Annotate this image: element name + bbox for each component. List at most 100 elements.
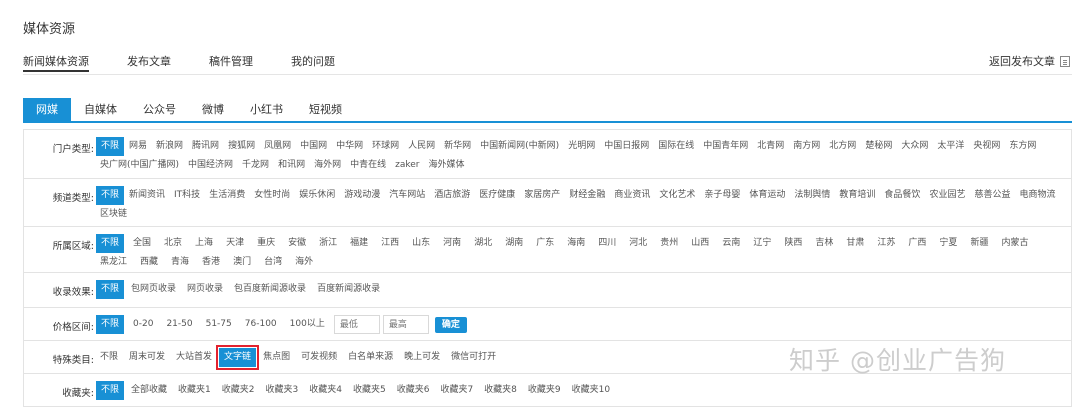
filter-option[interactable]: 收藏夹8: [480, 381, 521, 400]
filter-option[interactable]: 娱乐休闲: [295, 186, 339, 205]
filter-option[interactable]: 慈善公益: [970, 186, 1014, 205]
filter-option[interactable]: 湖南: [501, 234, 527, 253]
filter-option[interactable]: 晚上可发: [400, 348, 444, 367]
filter-option[interactable]: 中国经济网: [184, 156, 237, 175]
filter-option[interactable]: 收藏夹2: [218, 381, 259, 400]
filter-option[interactable]: 大站首发: [172, 348, 216, 367]
price-option[interactable]: 51-75: [202, 315, 236, 334]
filter-option[interactable]: 云南: [718, 234, 744, 253]
filter-option[interactable]: 白名单来源: [344, 348, 397, 367]
filter-option[interactable]: 福建: [346, 234, 372, 253]
filter-option[interactable]: 澳门: [229, 253, 255, 272]
filter-option[interactable]: 包百度新闻源收录: [230, 280, 310, 299]
filter-option[interactable]: 海外媒体: [424, 156, 468, 175]
filter-option[interactable]: 和讯网: [274, 156, 309, 175]
filter-option[interactable]: 焦点图: [259, 348, 294, 367]
filter-option[interactable]: 宁夏: [935, 234, 961, 253]
option-text-link[interactable]: 文字链: [216, 345, 260, 370]
filter-option[interactable]: 区块链: [96, 205, 131, 224]
option-unlimited[interactable]: 不限: [96, 381, 125, 400]
filter-option[interactable]: 酒店旅游: [430, 186, 474, 205]
filter-option[interactable]: 央视网: [969, 137, 1004, 156]
filter-option[interactable]: 新浪网: [152, 137, 187, 156]
tab-my-questions[interactable]: 我的问题: [291, 53, 335, 73]
tab-web-media[interactable]: 网媒: [23, 98, 71, 122]
filter-option[interactable]: 电商物流: [1015, 186, 1059, 205]
price-option[interactable]: 0-20: [129, 315, 157, 334]
filter-option[interactable]: 光明网: [564, 137, 599, 156]
filter-option[interactable]: 周末可发: [125, 348, 169, 367]
filter-option[interactable]: 辽宁: [749, 234, 775, 253]
filter-option[interactable]: 收藏夹10: [568, 381, 614, 400]
filter-option[interactable]: 收藏夹7: [436, 381, 477, 400]
filter-option[interactable]: 山东: [408, 234, 434, 253]
filter-option[interactable]: 北京: [160, 234, 186, 253]
filter-option[interactable]: 楚秘网: [861, 137, 896, 156]
filter-option[interactable]: 黑龙江: [96, 253, 131, 272]
filter-option[interactable]: 四川: [594, 234, 620, 253]
filter-option[interactable]: 中华网: [332, 137, 367, 156]
filter-option[interactable]: 汽车网站: [385, 186, 429, 205]
filter-option[interactable]: 包网页收录: [127, 280, 180, 299]
filter-option[interactable]: 腾讯网: [188, 137, 223, 156]
filter-option[interactable]: 河北: [625, 234, 651, 253]
filter-option[interactable]: 生活消费: [205, 186, 249, 205]
filter-option[interactable]: 新华网: [440, 137, 475, 156]
option-unlimited[interactable]: 不限: [96, 137, 125, 156]
filter-option[interactable]: 收藏夹6: [393, 381, 434, 400]
tab-official-account[interactable]: 公众号: [130, 98, 189, 122]
filter-option[interactable]: 全国: [129, 234, 155, 253]
filter-option[interactable]: 海南: [563, 234, 589, 253]
filter-option[interactable]: 国际在线: [654, 137, 698, 156]
price-option[interactable]: 100以上: [286, 315, 329, 334]
filter-option[interactable]: 中国青年网: [699, 137, 752, 156]
filter-option[interactable]: 可发视频: [297, 348, 341, 367]
filter-option[interactable]: 全部收藏: [127, 381, 171, 400]
option-unlimited[interactable]: 不限: [96, 186, 125, 205]
filter-option[interactable]: 重庆: [253, 234, 279, 253]
option-unlimited[interactable]: 不限: [96, 315, 125, 334]
filter-option[interactable]: 河南: [439, 234, 465, 253]
price-option[interactable]: 21-50: [162, 315, 196, 334]
filter-option[interactable]: 凤凰网: [260, 137, 295, 156]
filter-option[interactable]: 香港: [198, 253, 224, 272]
filter-option[interactable]: 南方网: [789, 137, 824, 156]
tab-self-media[interactable]: 自媒体: [71, 98, 130, 122]
filter-option[interactable]: 百度新闻源收录: [313, 280, 384, 299]
filter-option[interactable]: 亲子母婴: [700, 186, 744, 205]
filter-option[interactable]: 千龙网: [238, 156, 273, 175]
filter-option[interactable]: 浙江: [315, 234, 341, 253]
filter-option[interactable]: 女性时尚: [250, 186, 294, 205]
filter-option[interactable]: 央广网(中国广播网): [96, 156, 183, 175]
filter-option[interactable]: 体育运动: [745, 186, 789, 205]
filter-option[interactable]: 甘肃: [842, 234, 868, 253]
filter-option[interactable]: 东方网: [1005, 137, 1040, 156]
tab-short-video[interactable]: 短视频: [296, 98, 355, 122]
filter-option[interactable]: 网页收录: [183, 280, 227, 299]
filter-option[interactable]: zaker: [391, 156, 423, 175]
filter-option[interactable]: 西藏: [136, 253, 162, 272]
filter-option[interactable]: 中国网: [296, 137, 331, 156]
filter-option[interactable]: 山西: [687, 234, 713, 253]
filter-option[interactable]: 天津: [222, 234, 248, 253]
filter-option[interactable]: 广西: [904, 234, 930, 253]
filter-option[interactable]: 贵州: [656, 234, 682, 253]
filter-option[interactable]: 收藏夹4: [305, 381, 346, 400]
option-unlimited[interactable]: 不限: [96, 234, 125, 253]
filter-option[interactable]: 太平洋: [933, 137, 968, 156]
filter-option[interactable]: 新疆: [966, 234, 992, 253]
filter-option[interactable]: 家居房产: [520, 186, 564, 205]
tab-xiaohongshu[interactable]: 小红书: [237, 98, 296, 122]
filter-option[interactable]: 湖北: [470, 234, 496, 253]
price-option[interactable]: 76-100: [241, 315, 281, 334]
filter-option[interactable]: 海外网: [310, 156, 345, 175]
filter-option[interactable]: 内蒙古: [997, 234, 1032, 253]
filter-option[interactable]: 搜狐网: [224, 137, 259, 156]
filter-option[interactable]: 收藏夹9: [524, 381, 565, 400]
filter-option[interactable]: 收藏夹1: [174, 381, 215, 400]
filter-option[interactable]: 游戏动漫: [340, 186, 384, 205]
filter-option[interactable]: 安徽: [284, 234, 310, 253]
filter-option[interactable]: IT科技: [170, 186, 204, 205]
filter-option[interactable]: 医疗健康: [475, 186, 519, 205]
filter-option[interactable]: 海外: [291, 253, 317, 272]
